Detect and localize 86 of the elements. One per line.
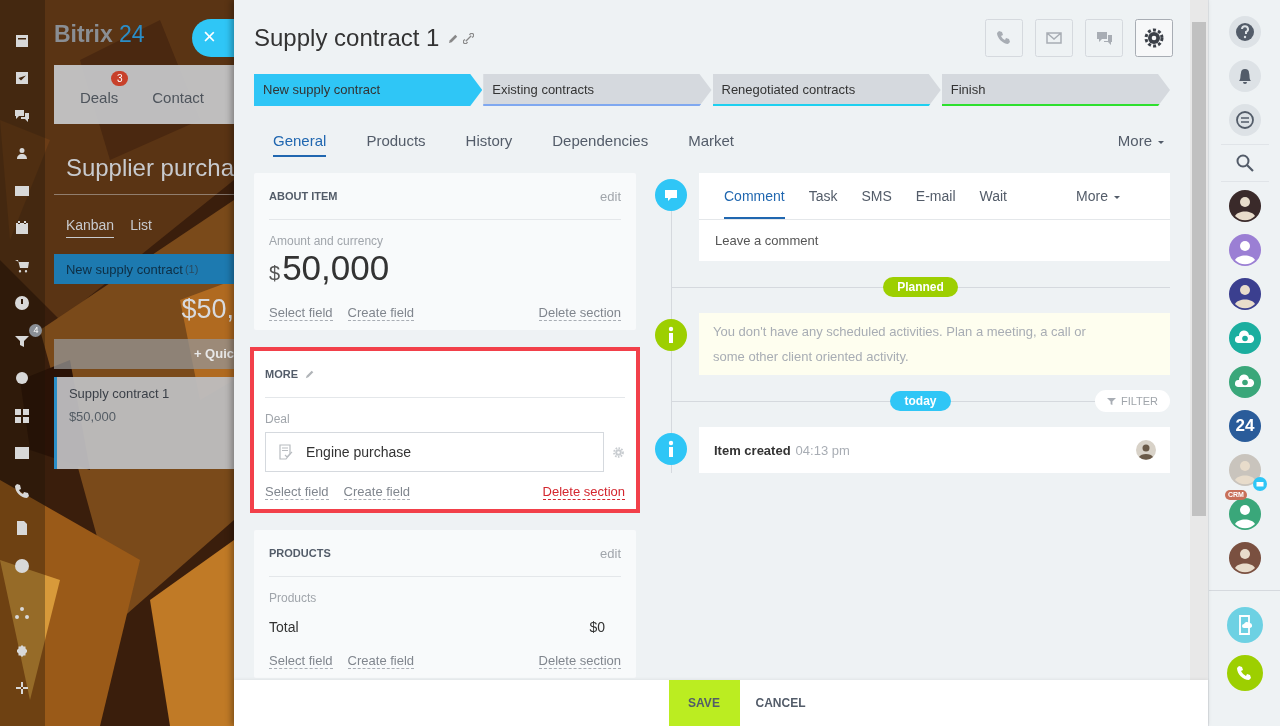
composer-tab[interactable]: SMS (861, 173, 892, 219)
card-amount: $50,000 (68, 409, 117, 424)
help-icon[interactable] (1229, 16, 1261, 48)
bell-icon[interactable] (1229, 60, 1261, 92)
field-link[interactable]: Create field (343, 484, 411, 500)
stage-step[interactable]: New supply contract (254, 74, 483, 106)
deal-field[interactable]: Engine purchase (265, 432, 604, 472)
field-link[interactable]: Select field (269, 305, 333, 321)
logo: Bitrix 24 (53, 21, 145, 49)
tab[interactable]: History (465, 132, 513, 155)
composer-tab[interactable]: E-mail (915, 173, 956, 219)
view-tab[interactable]: List (130, 217, 152, 238)
chat-icon[interactable] (14, 107, 31, 124)
page-tab[interactable]: Deals (79, 88, 119, 106)
field-link[interactable]: Create field (347, 305, 415, 321)
window-icon[interactable] (14, 445, 31, 462)
stage-step[interactable]: Renegotiated contracts (712, 74, 941, 106)
column-title: New supply contract (65, 261, 183, 277)
avatar[interactable] (1229, 278, 1261, 310)
deal-card[interactable]: Supply contract 1 $50,000 (53, 377, 234, 469)
tab[interactable]: General (273, 132, 327, 157)
cancel-button[interactable]: CANCEL (747, 680, 814, 726)
comment-icon (655, 179, 687, 211)
more-tab[interactable]: More (1117, 132, 1164, 155)
delete-section-link[interactable]: Delete section (542, 484, 625, 500)
cart-icon[interactable] (14, 257, 31, 274)
field-label: Deal (265, 412, 291, 426)
delete-section-link[interactable]: Delete section (538, 653, 621, 669)
entry-title: Item created (714, 442, 791, 458)
phone-icon[interactable] (14, 482, 31, 499)
link-icon[interactable] (463, 32, 475, 44)
field-label: Amount and currency (269, 234, 385, 248)
clock-icon[interactable] (14, 295, 31, 312)
nodes-icon[interactable] (14, 605, 31, 622)
view-tab[interactable]: Kanban (65, 217, 115, 238)
avatar[interactable] (1229, 190, 1261, 222)
search-icon[interactable] (1235, 153, 1255, 173)
total-value: $0 (589, 619, 605, 635)
user-avatar[interactable] (1229, 498, 1261, 530)
stage-step[interactable]: Existing contracts (483, 74, 712, 106)
card-title: Supply contract 1 (68, 386, 171, 401)
check-icon[interactable] (14, 70, 31, 87)
pencil-icon[interactable] (448, 32, 460, 44)
grid-icon[interactable] (14, 407, 31, 424)
field-link[interactable]: Select field (269, 653, 333, 669)
cloud-clock-icon[interactable] (1229, 366, 1261, 398)
user-avatar[interactable] (1229, 234, 1261, 266)
chat-list-icon[interactable] (1229, 104, 1261, 136)
counter-badge: 3 (110, 70, 129, 86)
filter-icon (1106, 396, 1116, 406)
section-title: PRODUCTS (269, 547, 331, 559)
field-link[interactable]: Select field (265, 484, 329, 500)
more-menu[interactable]: More (1076, 173, 1120, 219)
comment-input[interactable]: Leave a comment (699, 220, 1170, 261)
tab[interactable]: Dependencies (552, 132, 649, 155)
empty-activities-notice: You don't have any scheduled activities. Plan a meeting, a call or some other client oriented activity. (699, 313, 1170, 375)
item-title: Supply contract 1 (254, 24, 440, 52)
delete-section-link[interactable]: Delete section (538, 305, 621, 321)
settings-button[interactable] (1135, 19, 1173, 57)
tab[interactable]: Products (366, 132, 426, 155)
section-title: MORE (265, 368, 298, 380)
column-total: $50, (180, 293, 234, 326)
document-check-icon (278, 444, 294, 460)
page-tab[interactable]: Contact (152, 88, 204, 106)
stage-step[interactable]: Finish (941, 74, 1170, 106)
planned-label: Planned (883, 277, 958, 297)
composer-tab[interactable]: Task (808, 173, 838, 219)
info-icon (655, 319, 687, 351)
save-button[interactable]: SAVE (668, 680, 740, 726)
field-label: Products (269, 591, 318, 605)
tab[interactable]: Market (688, 132, 734, 155)
section-title: ABOUT ITEM (269, 190, 338, 202)
plus-icon[interactable] (14, 680, 31, 697)
channel-avatar[interactable]: 24 (1229, 410, 1261, 442)
entry-time: 04:13 pm (795, 442, 850, 458)
info-icon (655, 433, 687, 465)
avatar-icon (1136, 440, 1156, 460)
field-link[interactable]: Create field (347, 653, 415, 669)
column-count: (1) (184, 263, 199, 275)
composer-tab[interactable]: Wait (979, 173, 1007, 219)
scrollbar[interactable] (1190, 0, 1208, 680)
cloud-clock-icon[interactable] (1229, 322, 1261, 354)
amount-value: $50,000 (269, 248, 391, 289)
total-label: Total (269, 619, 299, 635)
today-label: today (890, 391, 951, 411)
avatar[interactable] (1229, 542, 1261, 574)
